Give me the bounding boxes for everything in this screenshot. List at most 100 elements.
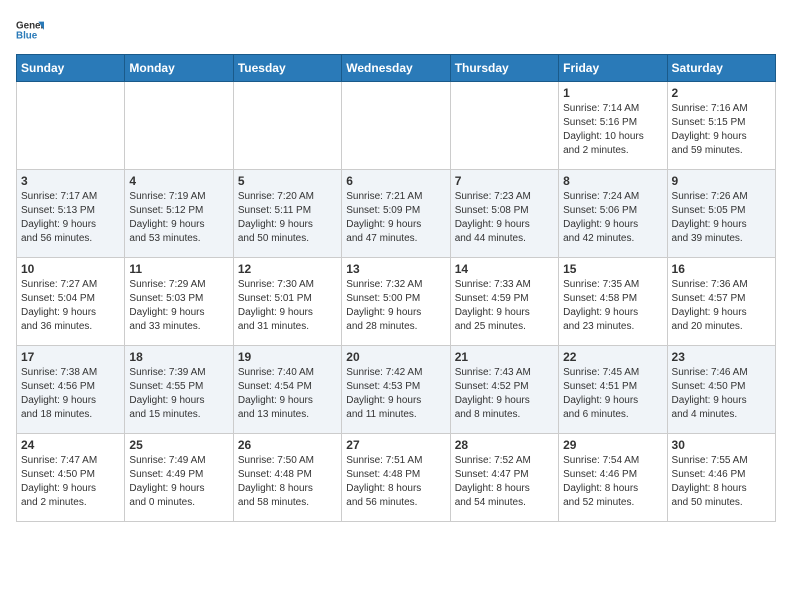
calendar-cell-2-5: 15Sunrise: 7:35 AM Sunset: 4:58 PM Dayli… [559, 258, 667, 346]
day-info: Sunrise: 7:51 AM Sunset: 4:48 PM Dayligh… [346, 454, 445, 510]
calendar-cell-0-0 [17, 82, 125, 170]
calendar-header-row: SundayMondayTuesdayWednesdayThursdayFrid… [17, 55, 776, 82]
day-info: Sunrise: 7:27 AM Sunset: 5:04 PM Dayligh… [21, 278, 120, 334]
day-number: 18 [129, 350, 228, 364]
calendar-cell-1-2: 5 Sunrise: 7:20 AM Sunset: 5:11 PM Daylig… [233, 170, 341, 258]
day-number: 23 [672, 350, 771, 364]
calendar-cell-3-0: 17Sunrise: 7:38 AM Sunset: 4:56 PM Dayli… [17, 346, 125, 434]
day-number: 1 [563, 86, 662, 100]
calendar-cell-3-2: 19 Sunrise: 7:40 AM Sunset: 4:54 PM Dayli… [233, 346, 341, 434]
logo: General Blue [16, 16, 44, 44]
calendar-cell-4-5: 29 Sunrise: 7:54 AM Sunset: 4:46 PM Dayli… [559, 434, 667, 522]
week-row-2: 3 Sunrise: 7:17 AM Sunset: 5:13 PM Daylig… [17, 170, 776, 258]
calendar-cell-2-4: 14 Sunrise: 7:33 AM Sunset: 4:59 PM Dayli… [450, 258, 558, 346]
day-number: 29 [563, 438, 662, 452]
calendar-cell-1-3: 6 Sunrise: 7:21 AM Sunset: 5:09 PM Daylig… [342, 170, 450, 258]
day-info: Sunrise: 7:19 AM Sunset: 5:12 PM Dayligh… [129, 190, 228, 246]
calendar-cell-1-0: 3 Sunrise: 7:17 AM Sunset: 5:13 PM Daylig… [17, 170, 125, 258]
calendar-cell-0-5: 1 Sunrise: 7:14 AM Sunset: 5:16 PM Daylig… [559, 82, 667, 170]
calendar-cell-1-5: 8 Sunrise: 7:24 AM Sunset: 5:06 PM Daylig… [559, 170, 667, 258]
day-number: 22 [563, 350, 662, 364]
day-number: 21 [455, 350, 554, 364]
calendar-cell-3-5: 22 Sunrise: 7:45 AM Sunset: 4:51 PM Dayli… [559, 346, 667, 434]
day-number: 19 [238, 350, 337, 364]
header-tuesday: Tuesday [233, 55, 341, 82]
day-number: 6 [346, 174, 445, 188]
day-info: Sunrise: 7:47 AM Sunset: 4:50 PM Dayligh… [21, 454, 120, 510]
header-wednesday: Wednesday [342, 55, 450, 82]
calendar-cell-3-3: 20Sunrise: 7:42 AM Sunset: 4:53 PM Dayli… [342, 346, 450, 434]
day-info: Sunrise: 7:17 AM Sunset: 5:13 PM Dayligh… [21, 190, 120, 246]
day-info: Sunrise: 7:43 AM Sunset: 4:52 PM Dayligh… [455, 366, 554, 422]
day-info: Sunrise: 7:29 AM Sunset: 5:03 PM Dayligh… [129, 278, 228, 334]
day-info: Sunrise: 7:52 AM Sunset: 4:47 PM Dayligh… [455, 454, 554, 510]
day-number: 14 [455, 262, 554, 276]
day-info: Sunrise: 7:42 AM Sunset: 4:53 PM Dayligh… [346, 366, 445, 422]
day-info: Sunrise: 7:24 AM Sunset: 5:06 PM Dayligh… [563, 190, 662, 246]
calendar-cell-2-3: 13 Sunrise: 7:32 AM Sunset: 5:00 PM Dayli… [342, 258, 450, 346]
svg-text:Blue: Blue [16, 30, 38, 41]
calendar-cell-0-2 [233, 82, 341, 170]
day-number: 5 [238, 174, 337, 188]
logo-icon: General Blue [16, 16, 44, 44]
day-number: 13 [346, 262, 445, 276]
header-sunday: Sunday [17, 55, 125, 82]
day-number: 27 [346, 438, 445, 452]
calendar-cell-0-4 [450, 82, 558, 170]
calendar-cell-2-1: 11 Sunrise: 7:29 AM Sunset: 5:03 PM Dayli… [125, 258, 233, 346]
calendar-cell-0-1 [125, 82, 233, 170]
calendar-cell-3-1: 18 Sunrise: 7:39 AM Sunset: 4:55 PM Dayli… [125, 346, 233, 434]
day-info: Sunrise: 7:21 AM Sunset: 5:09 PM Dayligh… [346, 190, 445, 246]
calendar-cell-2-6: 16 Sunrise: 7:36 AM Sunset: 4:57 PM Dayli… [667, 258, 775, 346]
day-info: Sunrise: 7:36 AM Sunset: 4:57 PM Dayligh… [672, 278, 771, 334]
calendar-cell-4-2: 26 Sunrise: 7:50 AM Sunset: 4:48 PM Dayli… [233, 434, 341, 522]
header-thursday: Thursday [450, 55, 558, 82]
day-info: Sunrise: 7:54 AM Sunset: 4:46 PM Dayligh… [563, 454, 662, 510]
day-number: 30 [672, 438, 771, 452]
day-number: 10 [21, 262, 120, 276]
week-row-1: 1 Sunrise: 7:14 AM Sunset: 5:16 PM Daylig… [17, 82, 776, 170]
day-info: Sunrise: 7:40 AM Sunset: 4:54 PM Dayligh… [238, 366, 337, 422]
day-number: 11 [129, 262, 228, 276]
day-number: 3 [21, 174, 120, 188]
day-info: Sunrise: 7:14 AM Sunset: 5:16 PM Dayligh… [563, 102, 662, 158]
calendar-cell-1-1: 4 Sunrise: 7:19 AM Sunset: 5:12 PM Daylig… [125, 170, 233, 258]
day-info: Sunrise: 7:16 AM Sunset: 5:15 PM Dayligh… [672, 102, 771, 158]
day-info: Sunrise: 7:32 AM Sunset: 5:00 PM Dayligh… [346, 278, 445, 334]
day-info: Sunrise: 7:20 AM Sunset: 5:11 PM Dayligh… [238, 190, 337, 246]
day-info: Sunrise: 7:46 AM Sunset: 4:50 PM Dayligh… [672, 366, 771, 422]
calendar-cell-4-3: 27 Sunrise: 7:51 AM Sunset: 4:48 PM Dayli… [342, 434, 450, 522]
page-header: General Blue [16, 16, 776, 44]
day-number: 2 [672, 86, 771, 100]
calendar-cell-0-6: 2 Sunrise: 7:16 AM Sunset: 5:15 PM Daylig… [667, 82, 775, 170]
calendar-table: SundayMondayTuesdayWednesdayThursdayFrid… [16, 54, 776, 522]
calendar-cell-2-0: 10 Sunrise: 7:27 AM Sunset: 5:04 PM Dayli… [17, 258, 125, 346]
calendar-cell-1-6: 9Sunrise: 7:26 AM Sunset: 5:05 PM Daylig… [667, 170, 775, 258]
calendar-cell-4-0: 24 Sunrise: 7:47 AM Sunset: 4:50 PM Dayli… [17, 434, 125, 522]
calendar-cell-4-4: 28 Sunrise: 7:52 AM Sunset: 4:47 PM Dayli… [450, 434, 558, 522]
day-number: 12 [238, 262, 337, 276]
day-number: 7 [455, 174, 554, 188]
week-row-5: 24 Sunrise: 7:47 AM Sunset: 4:50 PM Dayli… [17, 434, 776, 522]
header-friday: Friday [559, 55, 667, 82]
day-number: 15 [563, 262, 662, 276]
day-number: 28 [455, 438, 554, 452]
day-info: Sunrise: 7:33 AM Sunset: 4:59 PM Dayligh… [455, 278, 554, 334]
day-info: Sunrise: 7:30 AM Sunset: 5:01 PM Dayligh… [238, 278, 337, 334]
calendar-cell-4-1: 25Sunrise: 7:49 AM Sunset: 4:49 PM Dayli… [125, 434, 233, 522]
day-info: Sunrise: 7:38 AM Sunset: 4:56 PM Dayligh… [21, 366, 120, 422]
day-info: Sunrise: 7:39 AM Sunset: 4:55 PM Dayligh… [129, 366, 228, 422]
day-number: 16 [672, 262, 771, 276]
day-number: 24 [21, 438, 120, 452]
calendar-cell-2-2: 12 Sunrise: 7:30 AM Sunset: 5:01 PM Dayli… [233, 258, 341, 346]
day-info: Sunrise: 7:23 AM Sunset: 5:08 PM Dayligh… [455, 190, 554, 246]
day-number: 26 [238, 438, 337, 452]
calendar-cell-3-4: 21 Sunrise: 7:43 AM Sunset: 4:52 PM Dayli… [450, 346, 558, 434]
day-number: 9 [672, 174, 771, 188]
day-info: Sunrise: 7:55 AM Sunset: 4:46 PM Dayligh… [672, 454, 771, 510]
day-info: Sunrise: 7:45 AM Sunset: 4:51 PM Dayligh… [563, 366, 662, 422]
day-number: 4 [129, 174, 228, 188]
day-info: Sunrise: 7:50 AM Sunset: 4:48 PM Dayligh… [238, 454, 337, 510]
day-number: 8 [563, 174, 662, 188]
week-row-3: 10 Sunrise: 7:27 AM Sunset: 5:04 PM Dayli… [17, 258, 776, 346]
